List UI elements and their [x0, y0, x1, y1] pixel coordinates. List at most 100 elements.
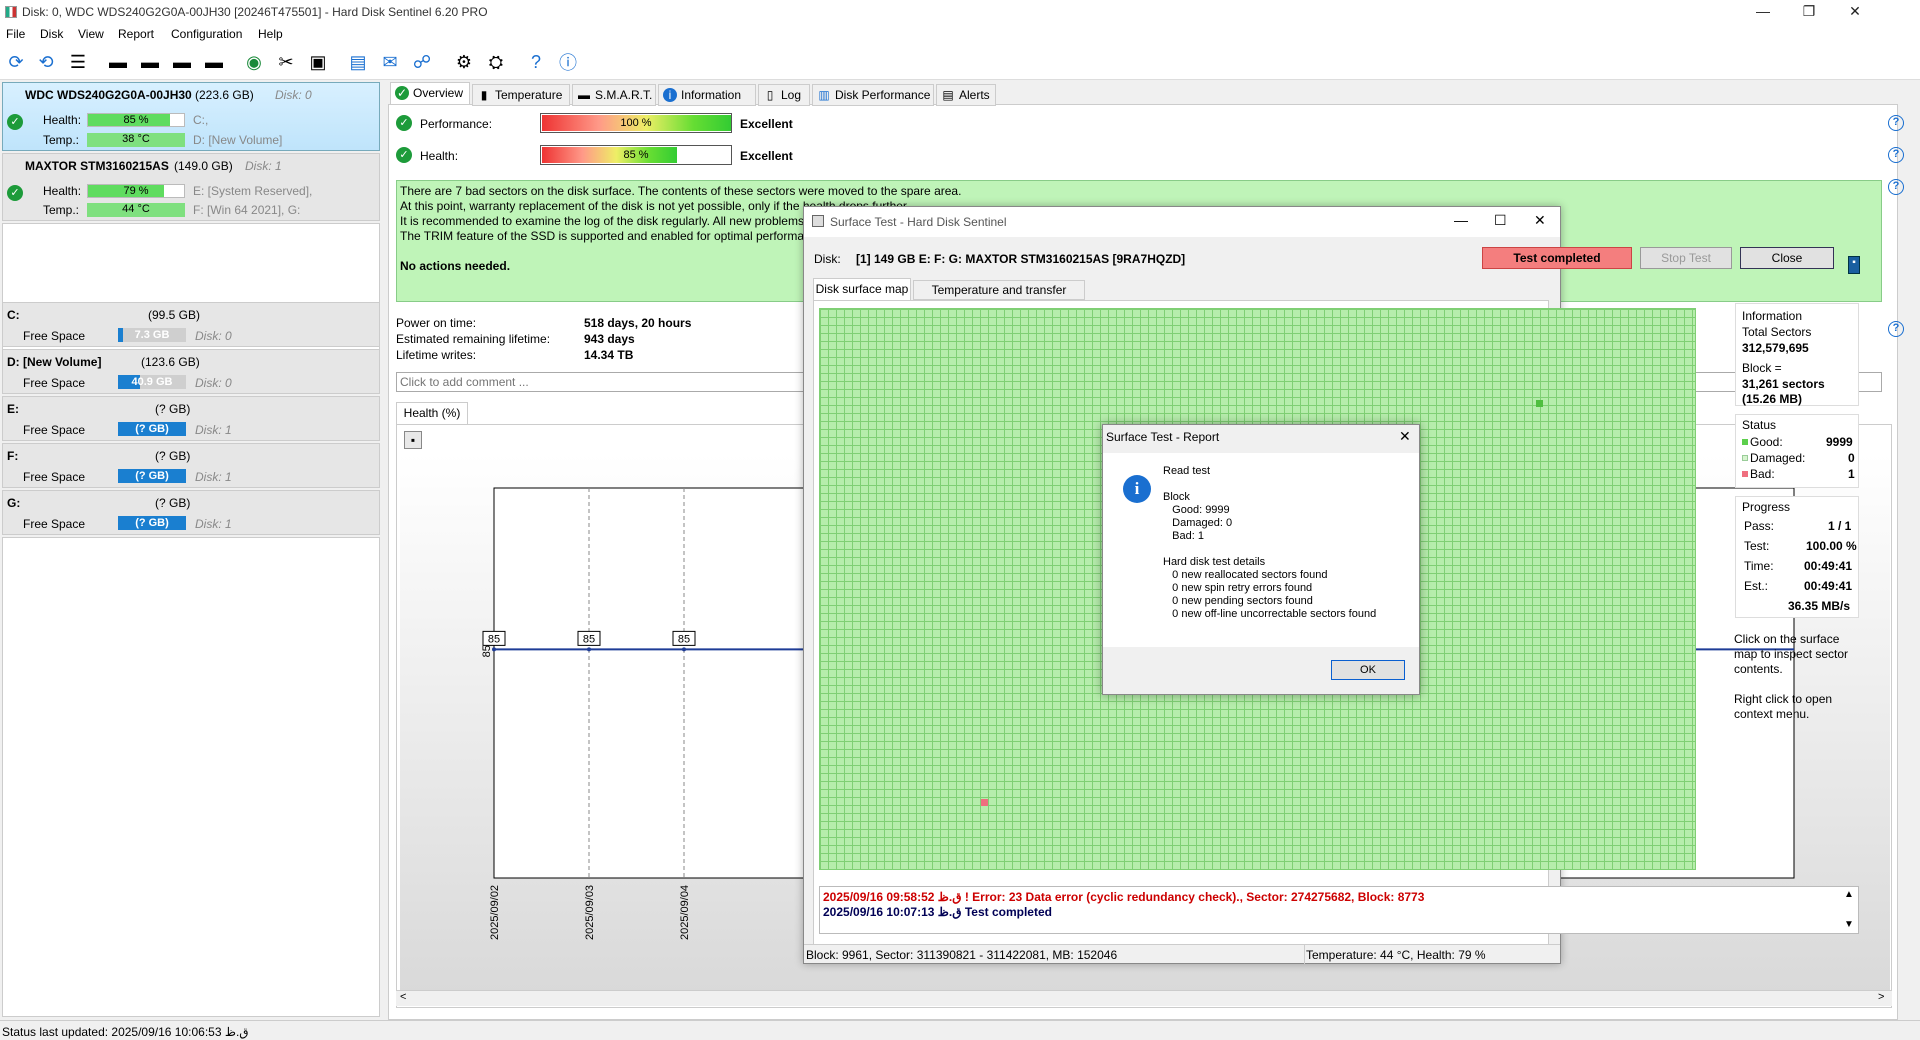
free-space-bar: (? GB)	[118, 516, 186, 530]
save-chart-icon[interactable]: ▪	[404, 431, 422, 449]
disk-card-1[interactable]: MAXTOR STM3160215AS (149.0 GB) Disk: 1 ✓…	[2, 153, 380, 221]
volume-e[interactable]: E: (? GB) Free Space (? GB) Disk: 1	[2, 396, 380, 441]
disk-size: (223.6 GB)	[195, 88, 254, 102]
help-icon[interactable]: ?	[1888, 179, 1904, 195]
report-line	[1163, 478, 1376, 491]
menu-file[interactable]: File	[6, 27, 25, 41]
writes-label: Lifetime writes:	[396, 348, 477, 362]
network-icon[interactable]: ☍	[410, 50, 434, 74]
help-icon[interactable]: ?	[524, 50, 548, 74]
info-icon: i	[1123, 475, 1151, 503]
report-line: Good: 9999	[1163, 504, 1230, 516]
help-icon[interactable]: ?	[1888, 147, 1904, 163]
help-icon[interactable]: ?	[1888, 115, 1904, 131]
volume-disk: Disk: 0	[195, 376, 232, 390]
close-icon[interactable]: ✕	[1399, 428, 1411, 445]
maximize-button[interactable]: ❐	[1786, 0, 1832, 24]
report-line: Read test	[1163, 465, 1211, 477]
volume-disk: Disk: 0	[195, 329, 232, 343]
good-label: Good:	[1750, 435, 1783, 449]
disk-test-icon[interactable]: ▬	[106, 50, 130, 74]
volume-d[interactable]: D: [New Volume] (123.6 GB) Free Space 40…	[2, 349, 380, 394]
disk-timer-icon[interactable]: ▬	[138, 50, 162, 74]
gear-icon[interactable]: ⚙	[452, 50, 476, 74]
menu-configuration[interactable]: Configuration	[171, 27, 242, 41]
refresh-icon[interactable]: ⟳	[4, 50, 28, 74]
status-bar: Status last updated: 2025/09/16 10:06:53…	[0, 1020, 1920, 1040]
save-icon[interactable]: ▪	[1848, 256, 1860, 274]
document-icon: ▯	[766, 88, 774, 102]
disk-number: Disk: 1	[245, 159, 282, 173]
free-space-label: Free Space	[23, 376, 86, 390]
performance-value: 100 %	[620, 117, 652, 129]
report-line: 0 new spin retry errors found	[1163, 582, 1313, 594]
health-value: 85 %	[123, 114, 149, 126]
settings-icon[interactable]: ⛭	[484, 50, 508, 74]
tab-temperature-speed[interactable]: Temperature and transfer speed	[913, 280, 1085, 315]
tab-overview[interactable]: ✓ Overview	[390, 82, 470, 104]
menu-report[interactable]: Report	[118, 27, 154, 41]
volume-name: G:	[7, 496, 21, 510]
report-line: Damaged: 0	[1163, 517, 1233, 529]
disk-name: WDC WDS240G2G0A-00JH30	[25, 88, 192, 102]
time-label: Time:	[1744, 559, 1774, 573]
minimize-button[interactable]: —	[1740, 0, 1786, 24]
surface-hint: Click on the surface map to inspect sect…	[1734, 632, 1849, 676]
volume-g[interactable]: G: (? GB) Free Space (? GB) Disk: 1	[2, 490, 380, 535]
tab-temperature[interactable]: ▮ Temperature	[472, 84, 570, 106]
x-tick-label: 2025/09/03	[584, 885, 596, 940]
refresh-all-icon[interactable]: ⟲	[34, 50, 58, 74]
menu-view[interactable]: View	[78, 27, 104, 41]
menu-disk[interactable]: Disk	[40, 27, 63, 41]
volume-c[interactable]: C: (99.5 GB) Free Space 7.3 GB Disk: 0	[2, 302, 380, 347]
report-text: Read test Block Good: 9999 Damaged: 0 Ba…	[1163, 465, 1376, 621]
globe-icon[interactable]: ◉	[242, 50, 266, 74]
disk-list-icon[interactable]: ☰	[66, 50, 90, 74]
ok-button[interactable]: OK	[1331, 660, 1405, 680]
menu-help[interactable]: Help	[258, 27, 283, 41]
help-icon[interactable]: ?	[1888, 321, 1904, 337]
backup-icon[interactable]: ▣	[306, 50, 330, 74]
app-icon	[5, 6, 17, 18]
volume-f[interactable]: F: (? GB) Free Space (? GB) Disk: 1	[2, 443, 380, 488]
scroll-up-icon[interactable]: ▲	[1844, 889, 1854, 900]
status-message: There are 7 bad sectors on the disk surf…	[400, 184, 962, 198]
disk-number: Disk: 0	[275, 88, 312, 102]
close-button[interactable]: ✕	[1832, 0, 1878, 24]
scroll-left-icon[interactable]: <	[400, 991, 406, 1003]
health-bar: 85 %	[540, 145, 732, 165]
alert-icon: ▤	[942, 88, 954, 102]
bad-label: Bad:	[1750, 467, 1775, 481]
disk-search-icon[interactable]: ▬	[202, 50, 226, 74]
bad-block-marker[interactable]	[981, 799, 988, 806]
tab-information[interactable]: i Information	[658, 84, 756, 106]
tab-surface-map[interactable]: Disk surface map	[813, 278, 911, 300]
volume-list: C:,	[193, 113, 209, 127]
disk-card-0[interactable]: WDC WDS240G2G0A-00JH30 (223.6 GB) Disk: …	[2, 82, 380, 151]
volume-name: E:	[7, 402, 19, 416]
good-value: 9999	[1826, 435, 1853, 449]
thermometer-icon: ▮	[480, 88, 488, 102]
chart-icon: ▥	[818, 88, 830, 102]
status-title: Status	[1742, 418, 1777, 432]
free-space-value: (? GB)	[135, 470, 169, 482]
tab-disk-performance[interactable]: ▥ Disk Performance	[812, 84, 934, 106]
tab-alerts[interactable]: ▤ Alerts	[936, 84, 996, 106]
tab-log[interactable]: ▯ Log	[758, 84, 810, 106]
tab-health-chart[interactable]: Health (%)	[396, 402, 468, 424]
tab-smart[interactable]: ▬ S.M.A.R.T.	[572, 84, 656, 106]
close-dialog-button[interactable]: Close	[1740, 247, 1834, 269]
mail-icon[interactable]: ✉	[378, 50, 402, 74]
health-value: 79 %	[123, 185, 149, 197]
info-icon[interactable]: ⓘ	[556, 50, 580, 74]
chart-scrollbar[interactable]: < >	[396, 990, 1892, 1006]
volume-disk: Disk: 1	[195, 470, 232, 484]
tools-icon[interactable]: ✂	[274, 50, 298, 74]
info-title: Information	[1742, 309, 1803, 323]
disk-check-icon[interactable]: ▬	[170, 50, 194, 74]
stop-test-button[interactable]: Stop Test	[1640, 247, 1732, 269]
volume-name: C:	[7, 308, 20, 322]
scroll-right-icon[interactable]: >	[1878, 991, 1884, 1003]
scroll-down-icon[interactable]: ▼	[1844, 919, 1854, 930]
report-icon[interactable]: ▤	[346, 50, 370, 74]
